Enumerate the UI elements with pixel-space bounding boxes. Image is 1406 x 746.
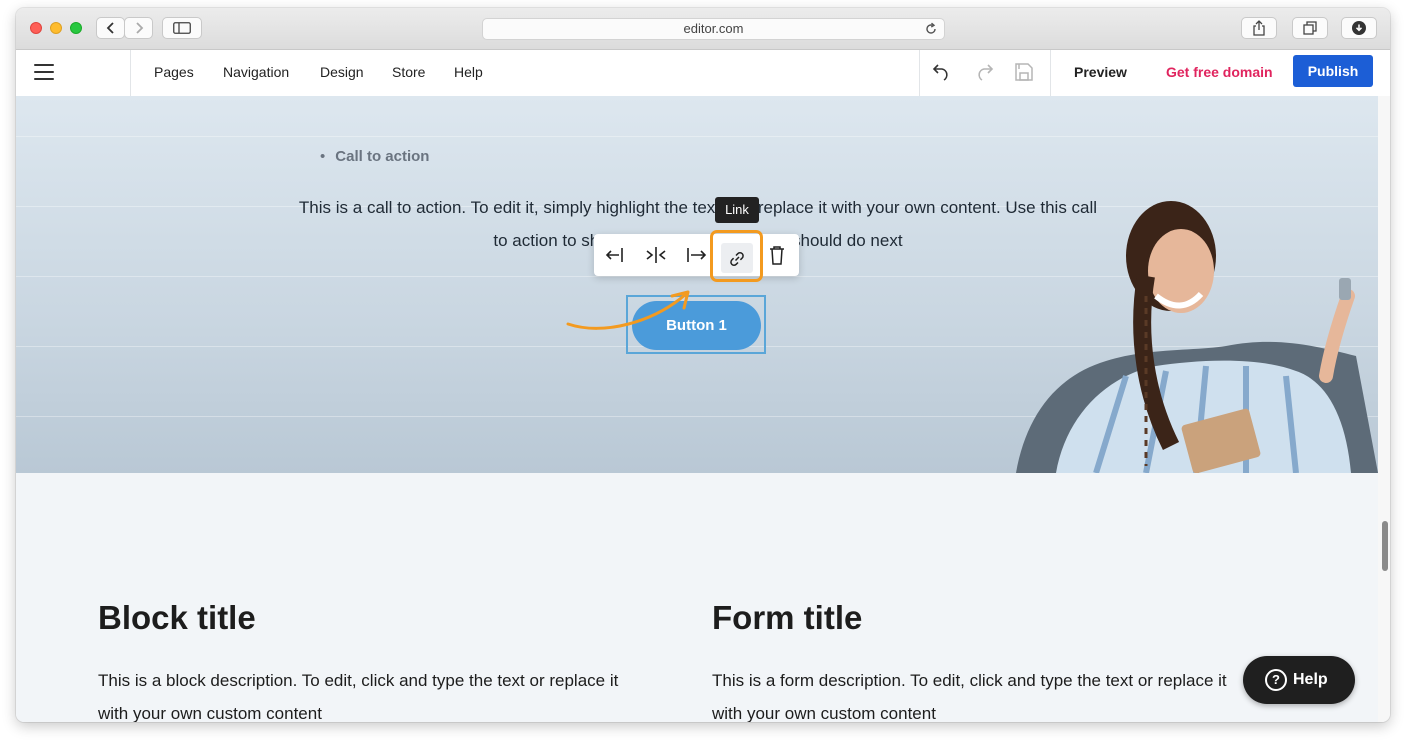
link-tooltip: Link — [715, 197, 759, 223]
tabs-icon — [1303, 21, 1317, 35]
form-description[interactable]: This is a form description. To edit, cli… — [712, 664, 1257, 722]
undo-icon[interactable] — [932, 61, 952, 83]
nav-store[interactable]: Store — [392, 64, 425, 80]
page-scrollbar[interactable] — [1378, 96, 1390, 722]
scrollbar-thumb[interactable] — [1382, 521, 1388, 571]
align-left-icon[interactable] — [604, 244, 628, 266]
divider — [1050, 50, 1051, 96]
help-button[interactable]: ? Help — [1243, 656, 1355, 704]
browser-chrome: editor.com — [16, 8, 1390, 50]
link-highlight-box — [710, 230, 763, 282]
button-format-toolbar — [594, 234, 799, 276]
share-button[interactable] — [1241, 17, 1277, 39]
browser-window: editor.com Pages Navigation Design Store… — [16, 8, 1390, 722]
chevron-left-icon — [106, 22, 114, 34]
help-label: Help — [1293, 671, 1328, 688]
publish-button[interactable]: Publish — [1293, 55, 1373, 87]
editor-toolbar: Pages Navigation Design Store Help Previ… — [16, 50, 1390, 97]
forward-button[interactable] — [124, 17, 153, 39]
pointer-arrow-icon — [566, 290, 690, 330]
back-button[interactable] — [96, 17, 125, 39]
align-right-icon[interactable] — [684, 244, 708, 266]
block-description[interactable]: This is a block description. To edit, cl… — [98, 664, 643, 722]
question-icon: ? — [1265, 669, 1287, 691]
form-title[interactable]: Form title — [712, 599, 862, 637]
hero-section: Call to action This is a call to action.… — [16, 96, 1378, 473]
nav-navigation[interactable]: Navigation — [223, 64, 289, 80]
save-icon[interactable] — [1014, 61, 1034, 83]
align-center-icon[interactable] — [644, 244, 668, 266]
chevron-right-icon — [135, 22, 143, 34]
background-line — [16, 136, 1378, 137]
block-title[interactable]: Block title — [98, 599, 256, 637]
share-icon — [1253, 20, 1265, 36]
get-free-domain-link[interactable]: Get free domain — [1166, 64, 1273, 80]
trash-icon[interactable] — [765, 244, 789, 266]
tabs-button[interactable] — [1292, 17, 1328, 39]
sidebar-toggle-button[interactable] — [162, 17, 202, 39]
address-bar[interactable]: editor.com — [482, 18, 945, 40]
cta-bullet: Call to action — [320, 148, 429, 165]
sidebar-icon — [173, 22, 191, 34]
url-text: editor.com — [683, 21, 744, 36]
nav-help[interactable]: Help — [454, 64, 483, 80]
nav-pages[interactable]: Pages — [154, 64, 194, 80]
minimize-window-button[interactable] — [50, 22, 62, 34]
reload-icon[interactable] — [924, 22, 938, 36]
zoom-window-button[interactable] — [70, 22, 82, 34]
divider — [130, 50, 131, 96]
divider — [919, 50, 920, 96]
close-window-button[interactable] — [30, 22, 42, 34]
nav-design[interactable]: Design — [320, 64, 364, 80]
download-icon — [1352, 21, 1366, 35]
hamburger-menu-icon[interactable] — [34, 64, 54, 80]
preview-button[interactable]: Preview — [1074, 64, 1127, 80]
downloads-button[interactable] — [1341, 17, 1377, 39]
redo-icon[interactable] — [974, 61, 994, 83]
content-section: Block title This is a block description.… — [16, 473, 1378, 722]
